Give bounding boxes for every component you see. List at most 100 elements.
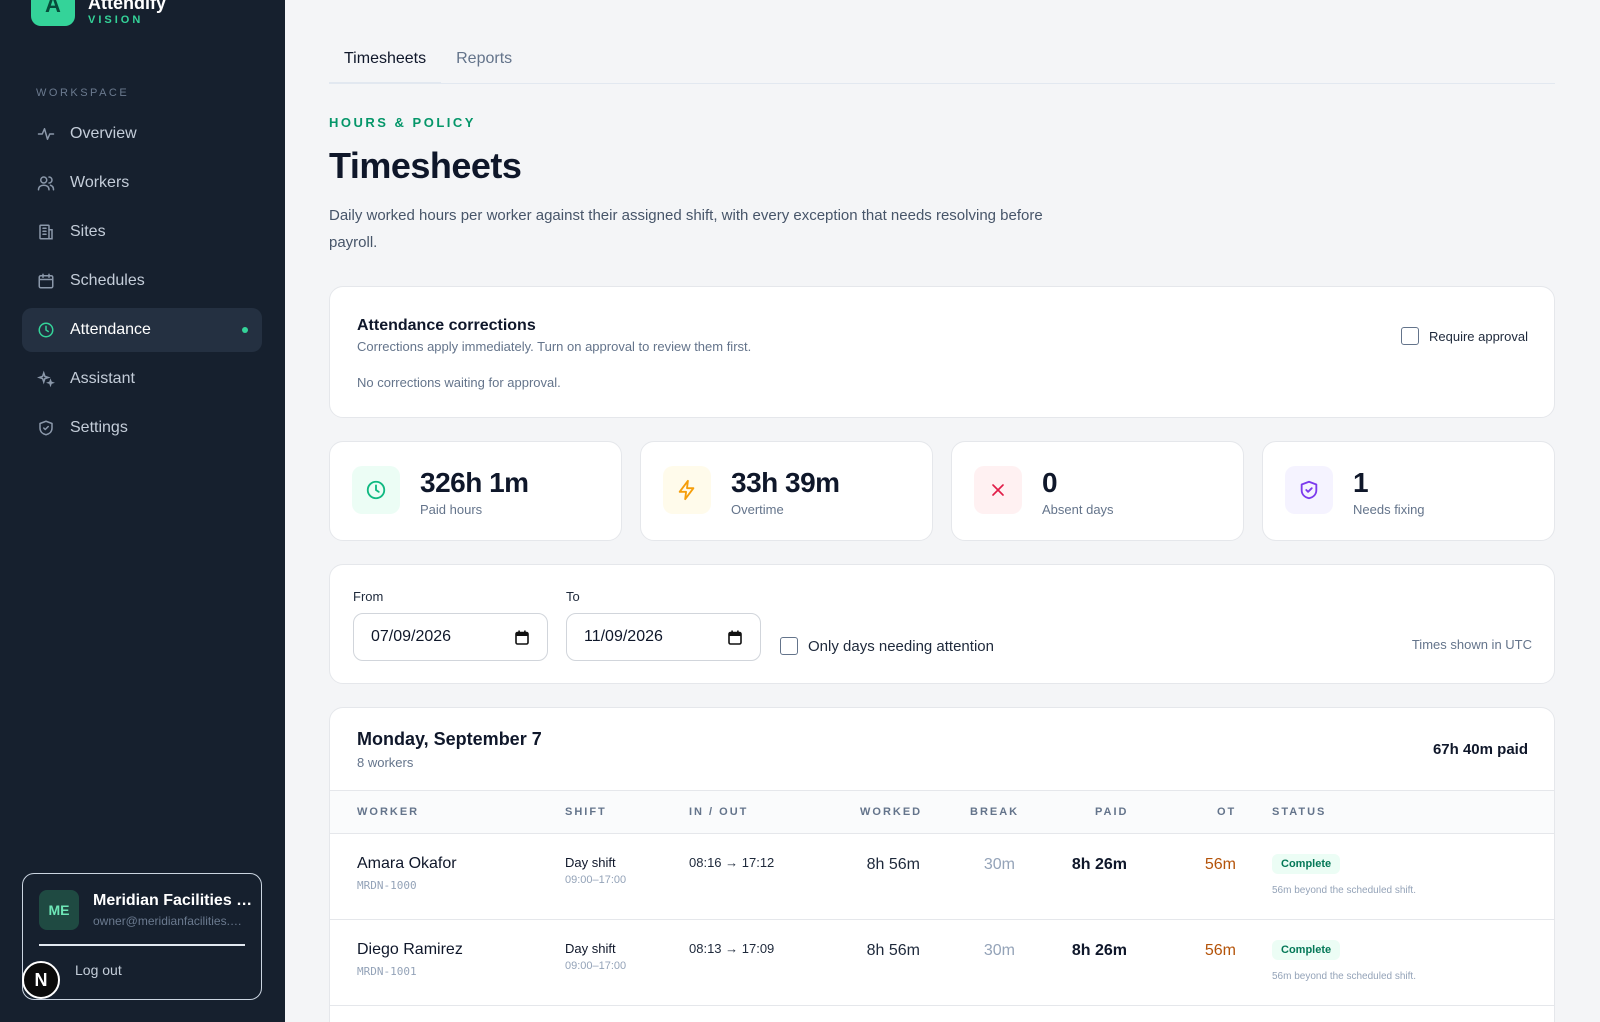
- stat-value: 1: [1353, 467, 1369, 498]
- overtime: 56m: [1204, 942, 1236, 959]
- brand-name: Attendify: [88, 0, 166, 13]
- user-name: Meridian Facilities Management: [93, 892, 253, 909]
- corrections-subtitle: Corrections apply immediately. Turn on a…: [357, 339, 752, 354]
- stat-label: Absent days: [1042, 502, 1114, 517]
- sidebar-item-settings[interactable]: Settings: [22, 406, 262, 450]
- status-note: 56m beyond the scheduled shift.: [1272, 971, 1416, 982]
- column-header: STATUS: [1272, 806, 1327, 818]
- require-approval-checkbox[interactable]: [1400, 327, 1419, 345]
- status-badge: Complete: [1272, 940, 1341, 960]
- status-note: 56m beyond the scheduled shift.: [1272, 885, 1416, 896]
- calendar-icon: [36, 271, 56, 291]
- activity-icon: [36, 124, 56, 144]
- sidebar-item-label: Attendance: [70, 321, 151, 338]
- from-date-value: 07/09/2026: [371, 628, 452, 645]
- sidebar-nav: Overview Workers Sites Schedules Attenda…: [22, 112, 262, 455]
- sidebar-item-overview[interactable]: Overview: [22, 112, 262, 156]
- sidebar-item-assistant[interactable]: Assistant: [22, 357, 262, 401]
- dev-tools-badge[interactable]: N: [22, 961, 60, 999]
- avatar: ME: [39, 890, 79, 930]
- from-date-input[interactable]: 07/09/2026: [353, 613, 548, 661]
- break-duration: 30m: [983, 856, 1015, 873]
- shift-time: 09:00–17:00: [565, 874, 627, 886]
- break-duration: 30m: [983, 942, 1015, 959]
- clock-icon: [36, 320, 56, 340]
- stat-value: 33h 39m: [731, 467, 840, 498]
- column-header: BREAK: [970, 806, 1020, 818]
- column-header: WORKER: [357, 806, 420, 818]
- table-row[interactable]: Amara Okafor MRDN-1000 Day shift 09:00–1…: [330, 834, 1554, 920]
- brand-logo: A: [31, 0, 75, 26]
- table-header: WORKER SHIFT IN / OUT WORKED BREAK PAID …: [330, 790, 1554, 834]
- sidebar-item-sites[interactable]: Sites: [22, 210, 262, 254]
- shift-time: 09:00–17:00: [565, 960, 627, 972]
- column-header: OT: [1217, 806, 1237, 818]
- user-email: owner@meridianfacilities.com: [93, 914, 245, 928]
- brand[interactable]: A Attendify VISION: [31, 0, 166, 26]
- tab-reports[interactable]: Reports: [441, 44, 527, 84]
- sidebar: A Attendify VISION WORKSPACE Overview Wo…: [0, 0, 285, 1022]
- stat-label: Needs fixing: [1353, 502, 1425, 517]
- active-indicator-dot: [242, 327, 248, 333]
- tab-timesheets[interactable]: Timesheets: [329, 44, 442, 84]
- sidebar-item-attendance[interactable]: Attendance: [22, 308, 262, 352]
- from-label: From: [353, 589, 384, 604]
- column-header: SHIFT: [565, 806, 607, 818]
- calendar-icon[interactable]: [515, 630, 529, 650]
- attention-checkbox[interactable]: [780, 637, 798, 655]
- tab-bar: Timesheets Reports: [329, 44, 1555, 84]
- calendar-icon[interactable]: [728, 630, 742, 650]
- column-header: PAID: [1095, 806, 1129, 818]
- in-out-times: 08:13 → 17:09: [689, 941, 775, 956]
- worker-name[interactable]: Diego Ramirez: [357, 941, 463, 959]
- stat-label: Paid hours: [420, 502, 483, 517]
- paid-hours: 8h 26m: [1071, 942, 1127, 959]
- to-label: To: [566, 589, 580, 604]
- day-paid-total: 67h 40m paid: [1432, 741, 1528, 758]
- clock-icon: [352, 466, 400, 514]
- shift-name: Day shift: [565, 855, 616, 870]
- worked-hours: 8h 56m: [866, 942, 920, 959]
- require-approval-toggle[interactable]: Require approval: [1400, 327, 1528, 345]
- sidebar-item-schedules[interactable]: Schedules: [22, 259, 262, 303]
- table-row[interactable]: Diego Ramirez MRDN-1001 Day shift 09:00–…: [330, 920, 1554, 1006]
- sidebar-item-label: Overview: [70, 125, 137, 142]
- overtime: 56m: [1204, 856, 1236, 873]
- workspace-section-label: WORKSPACE: [36, 87, 130, 99]
- sidebar-item-label: Settings: [70, 419, 128, 436]
- column-header: IN / OUT: [689, 806, 749, 818]
- sidebar-item-label: Workers: [70, 174, 130, 191]
- stat-value: 0: [1042, 467, 1058, 498]
- column-header: WORKED: [860, 806, 923, 818]
- worker-id: MRDN-1001: [357, 965, 417, 978]
- corrections-empty-state: No corrections waiting for approval.: [357, 375, 561, 390]
- attention-label: Only days needing attention: [808, 637, 994, 655]
- lightning-icon: [663, 466, 711, 514]
- to-date-input[interactable]: 11/09/2026: [566, 613, 761, 661]
- day-worker-count: 8 workers: [357, 755, 414, 770]
- page-title: Timesheets: [329, 145, 522, 186]
- brand-subtitle: VISION: [88, 14, 144, 26]
- worker-name[interactable]: Amara Okafor: [357, 855, 457, 873]
- divider: [39, 944, 245, 946]
- attention-filter-toggle[interactable]: Only days needing attention: [780, 637, 994, 655]
- sparkles-icon: [36, 369, 56, 389]
- stat-card-overtime: 33h 39m Overtime: [640, 441, 933, 541]
- shield-check-icon: [1285, 466, 1333, 514]
- stat-card-paid-hours: 326h 1m Paid hours: [329, 441, 622, 541]
- sidebar-item-workers[interactable]: Workers: [22, 161, 262, 205]
- stat-card-absent-days: 0 Absent days: [951, 441, 1244, 541]
- corrections-title: Attendance corrections: [357, 317, 536, 334]
- attendance-corrections-card: Attendance corrections Corrections apply…: [329, 286, 1555, 418]
- users-icon: [36, 173, 56, 193]
- sidebar-item-label: Schedules: [70, 272, 145, 289]
- x-icon: [974, 466, 1022, 514]
- stat-card-needs-fixing: 1 Needs fixing: [1262, 441, 1555, 541]
- shift-name: Day shift: [565, 941, 616, 956]
- logout-button[interactable]: Log out: [75, 962, 122, 978]
- day-group-card: Monday, September 7 8 workers 67h 40m pa…: [329, 707, 1555, 1022]
- day-title: Monday, September 7: [357, 729, 542, 749]
- page-eyebrow: HOURS & POLICY: [329, 115, 476, 130]
- require-approval-label: Require approval: [1428, 328, 1528, 344]
- stat-value: 326h 1m: [420, 467, 529, 498]
